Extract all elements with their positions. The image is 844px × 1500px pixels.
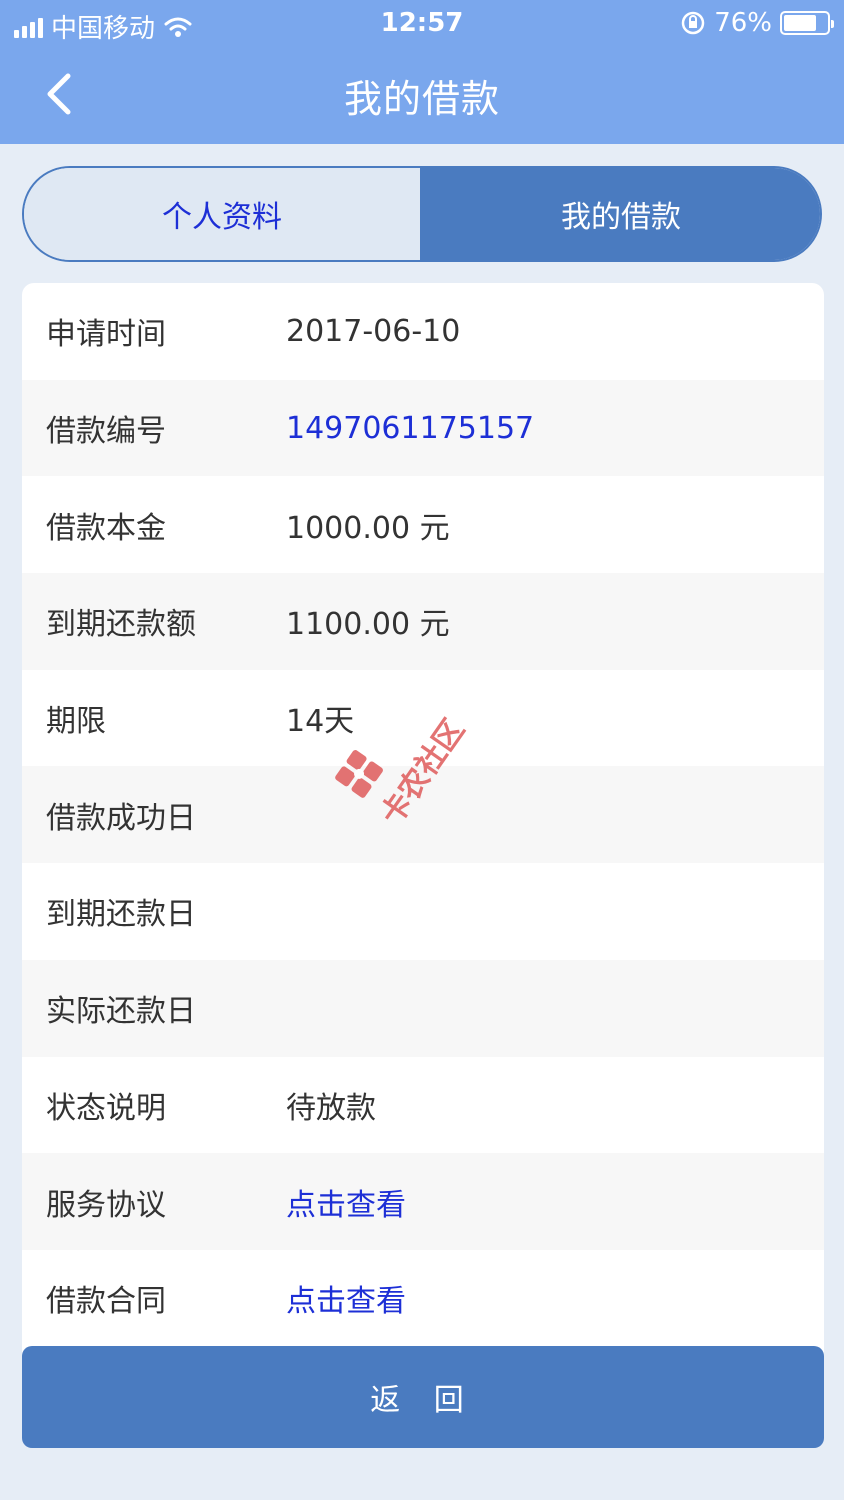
- detail-label: 到期还款额: [46, 607, 196, 643]
- detail-label: 实际还款日: [46, 994, 196, 1030]
- tab-my-loans[interactable]: 我的借款: [422, 168, 820, 260]
- detail-label: 申请时间: [46, 317, 166, 353]
- detail-row-service-agreement: 服务协议 点击查看: [22, 1153, 824, 1250]
- watermark-text: 卡农社区: [374, 713, 472, 832]
- detail-label: 服务协议: [46, 1187, 166, 1223]
- return-button[interactable]: 返 回: [22, 1346, 824, 1448]
- battery-icon: [780, 11, 834, 35]
- detail-label: 借款合同: [46, 1284, 166, 1320]
- detail-row-principal: 借款本金 1000.00 元: [22, 476, 824, 573]
- detail-label: 借款编号: [46, 414, 166, 450]
- status-value: 待放款: [286, 1090, 376, 1126]
- detail-row-due-amount: 到期还款额 1100.00 元: [22, 573, 824, 670]
- detail-value: 14天: [286, 704, 355, 740]
- detail-label: 期限: [46, 704, 106, 740]
- rotation-lock-icon: [681, 11, 705, 35]
- detail-label: 状态说明: [46, 1090, 166, 1126]
- service-agreement-link[interactable]: 点击查看: [286, 1180, 406, 1224]
- loan-number-link[interactable]: 1497061175157: [286, 411, 534, 446]
- detail-value: 2017-06-10: [286, 313, 461, 349]
- detail-value: 1100.00 元: [286, 607, 450, 643]
- app-header: 中国移动 12:57 76% 我的借款: [0, 0, 844, 144]
- page-title: 我的借款: [343, 77, 500, 121]
- detail-row-actual-repay-date: 实际还款日: [22, 959, 824, 1057]
- status-right: 76%: [680, 8, 834, 38]
- loan-contract-link[interactable]: 点击查看: [286, 1276, 406, 1320]
- detail-row-loan-number: 借款编号 1497061175157: [22, 379, 824, 477]
- detail-label: 到期还款日: [46, 897, 196, 933]
- detail-label: 借款成功日: [46, 800, 196, 836]
- detail-row-apply-time: 申请时间 2017-06-10: [22, 283, 824, 380]
- segmented-control: 个人资料 我的借款: [22, 166, 822, 262]
- detail-label: 借款本金: [46, 510, 166, 546]
- detail-row-loan-contract: 借款合同 点击查看: [22, 1250, 824, 1347]
- detail-row-due-date: 到期还款日: [22, 863, 824, 960]
- detail-value: 1000.00 元: [286, 510, 450, 546]
- status-bar: 中国移动 12:57 76%: [0, 0, 844, 48]
- detail-row-status: 状态说明 待放款: [22, 1057, 824, 1154]
- battery-percent: 76%: [714, 8, 772, 38]
- tab-profile[interactable]: 个人资料: [24, 168, 422, 260]
